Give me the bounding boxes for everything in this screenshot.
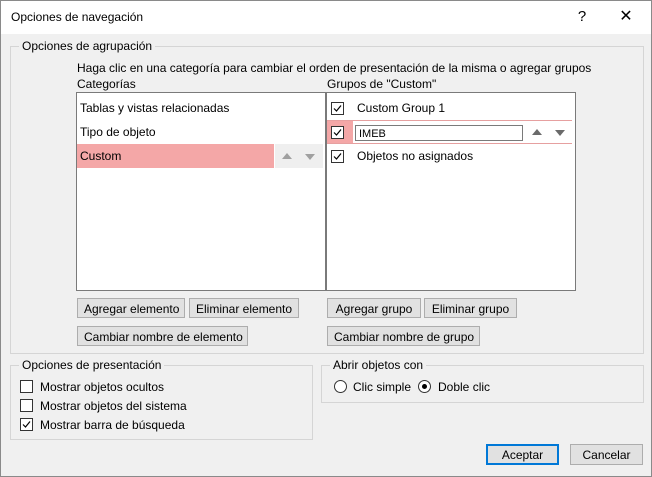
group-item-label: Custom Group 1 — [357, 101, 446, 115]
double-click-label[interactable]: Doble clic — [438, 380, 490, 394]
show-system-objects-label[interactable]: Mostrar objetos del sistema — [40, 399, 187, 413]
show-hidden-objects-label[interactable]: Mostrar objetos ocultos — [40, 380, 164, 394]
group-item-label: Objetos no asignados — [357, 149, 474, 163]
delete-group-button[interactable]: Eliminar grupo — [424, 298, 517, 318]
category-item-related[interactable]: Tablas y vistas relacionadas — [77, 96, 325, 120]
show-search-bar-label[interactable]: Mostrar barra de búsqueda — [40, 418, 185, 432]
group-name-edit-input[interactable]: IMEB — [355, 125, 523, 141]
grouping-instruction: Haga clic en una categoría para cambiar … — [77, 61, 592, 75]
navigation-options-dialog: Opciones de navegación ? ✕ Opciones de a… — [0, 0, 652, 477]
categories-label: Categorías — [77, 77, 136, 91]
group-item-imeb[interactable]: IMEB — [327, 120, 572, 144]
group-item-custom-group-1[interactable]: Custom Group 1 — [327, 96, 575, 120]
category-item-custom[interactable]: Custom — [77, 144, 274, 168]
open-objects-group: Abrir objetos con Clic simple Doble clic — [321, 358, 644, 403]
categories-list[interactable]: Tablas y vistas relacionadas Tipo de obj… — [76, 92, 326, 291]
display-options-legend: Opciones de presentación — [19, 358, 165, 372]
category-order-controls — [275, 144, 323, 168]
cancel-button[interactable]: Cancelar — [570, 444, 643, 465]
dialog-title: Opciones de navegación — [11, 10, 144, 24]
add-group-button[interactable]: Agregar grupo — [327, 298, 421, 318]
display-options-group: Opciones de presentación Mostrar objetos… — [10, 358, 313, 440]
ok-button[interactable]: Aceptar — [486, 444, 559, 465]
single-click-label[interactable]: Clic simple — [353, 380, 411, 394]
grouping-options-legend: Opciones de agrupación — [19, 39, 156, 53]
checkbox-icon[interactable] — [20, 380, 33, 393]
move-up-icon[interactable] — [282, 153, 292, 159]
radio-icon[interactable] — [334, 380, 347, 393]
delete-item-button[interactable]: Eliminar elemento — [189, 298, 299, 318]
checkbox-checked-icon[interactable] — [331, 126, 344, 139]
category-item-object-type[interactable]: Tipo de objeto — [77, 120, 325, 144]
group-item-unassigned[interactable]: Objetos no asignados — [327, 144, 575, 168]
move-down-icon[interactable] — [555, 130, 565, 136]
grouping-options-group: Opciones de agrupación Haga clic en una … — [10, 39, 644, 354]
checkbox-checked-icon[interactable] — [331, 102, 344, 115]
move-up-icon[interactable] — [532, 129, 542, 135]
rename-group-button[interactable]: Cambiar nombre de grupo — [327, 326, 480, 346]
rename-item-button[interactable]: Cambiar nombre de elemento — [77, 326, 248, 346]
checkbox-checked-icon[interactable] — [331, 150, 344, 163]
groups-label: Grupos de "Custom" — [327, 77, 437, 91]
radio-selected-icon[interactable] — [418, 380, 431, 393]
groups-list[interactable]: Custom Group 1 IMEB Objetos no asignados — [326, 92, 576, 291]
radio-dot-icon — [422, 384, 427, 389]
close-icon[interactable]: ✕ — [615, 7, 637, 27]
move-down-icon[interactable] — [305, 154, 315, 160]
title-bar: Opciones de navegación ? ✕ — [1, 1, 651, 34]
open-objects-legend: Abrir objetos con — [330, 358, 427, 372]
checkbox-icon[interactable] — [20, 399, 33, 412]
help-button[interactable]: ? — [571, 7, 593, 27]
add-item-button[interactable]: Agregar elemento — [77, 298, 185, 318]
checkbox-checked-icon[interactable] — [20, 418, 33, 431]
